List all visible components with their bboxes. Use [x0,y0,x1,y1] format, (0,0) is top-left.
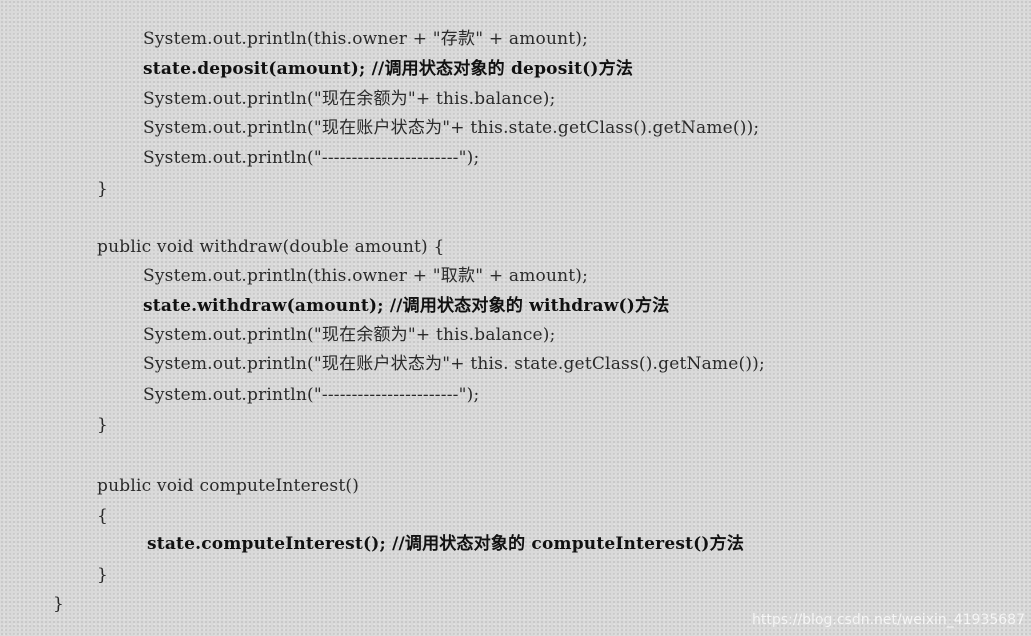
code-line: System.out.println("现在账户状态为"+ this.state… [143,118,760,138]
code-line: state.deposit(amount); //调用状态对象的 deposit… [143,59,634,79]
code-line: System.out.println("现在余额为"+ this.balance… [143,325,556,345]
code-line: System.out.println(this.owner + "存款" + a… [143,29,589,49]
code-line: state.computeInterest(); //调用状态对象的 compu… [147,534,745,554]
code-line: public void computeInterest() [97,476,360,496]
code-line: System.out.println("现在账户状态为"+ this. stat… [143,354,765,374]
code-line: System.out.println(this.owner + "取款" + a… [143,266,589,286]
code-line: { [97,506,109,526]
code-line: } [97,179,109,199]
code-line: } [97,565,109,585]
code-line: System.out.println("现在余额为"+ this.balance… [143,89,556,109]
code-line: state.withdraw(amount); //调用状态对象的 withdr… [143,296,670,316]
code-line: System.out.println("--------------------… [143,148,480,168]
code-line: public void withdraw(double amount) { [97,237,445,257]
code-listing: System.out.println(this.owner + "存款" + a… [0,0,1031,636]
watermark-text: https://blog.csdn.net/weixin_41935687 [751,612,1025,628]
code-line: } [53,594,65,614]
code-line: } [97,415,109,435]
code-line: System.out.println("--------------------… [143,385,480,405]
